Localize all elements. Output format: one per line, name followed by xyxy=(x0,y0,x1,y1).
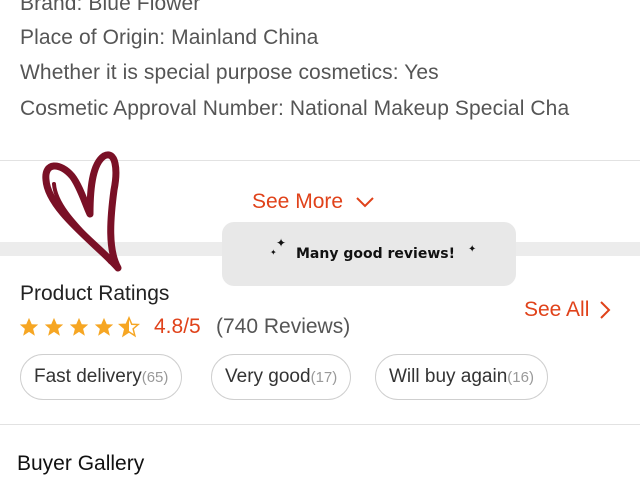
star-filled-icon xyxy=(69,317,89,336)
review-count: (740 Reviews) xyxy=(216,315,351,338)
spec-brand: Brand: Blue Flower xyxy=(20,0,200,16)
spec-label: Brand xyxy=(20,0,77,15)
review-tag-very-good[interactable]: Very good (17) xyxy=(211,354,352,400)
chevron-right-icon xyxy=(600,301,611,319)
star-half-icon xyxy=(118,316,140,338)
heart-doodle-icon xyxy=(42,151,122,272)
section-divider xyxy=(0,424,640,425)
buyer-gallery-title: Buyer Gallery xyxy=(17,452,145,475)
see-more-label: See More xyxy=(252,190,344,213)
spec-origin: Place of Origin: Mainland China xyxy=(20,26,319,49)
product-specs: Brand: Blue Flower Place of Origin: Main… xyxy=(20,0,640,160)
tag-count: (17) xyxy=(310,368,338,386)
spec-label: Cosmetic Approval Number xyxy=(20,97,278,120)
rating-stars xyxy=(18,316,140,338)
star-filled-icon xyxy=(44,317,64,336)
spec-value: Yes xyxy=(404,61,439,84)
star-filled-icon xyxy=(94,317,114,336)
star-filled-icon xyxy=(19,317,39,336)
see-all-button[interactable]: See All xyxy=(524,298,611,322)
review-tag-fast-delivery[interactable]: Fast delivery (65) xyxy=(20,354,183,400)
chevron-down-icon xyxy=(356,197,374,208)
tag-count: (65) xyxy=(141,368,169,386)
spec-value: National Makeup Special Cha xyxy=(289,97,570,120)
tag-label: Very good xyxy=(225,366,311,387)
spec-value: Blue Flower xyxy=(88,0,201,15)
see-more-button[interactable]: See More xyxy=(252,188,375,216)
spec-approval-number: Cosmetic Approval Number: National Makeu… xyxy=(20,97,570,120)
see-all-label: See All xyxy=(524,298,590,321)
tag-label: Will buy again xyxy=(389,366,508,387)
sparkle-icon: ✦ xyxy=(468,244,477,255)
spec-label: Whether it is special purpose cosmetics xyxy=(20,61,393,84)
spec-value: Mainland China xyxy=(171,26,319,49)
tag-count: (16) xyxy=(507,368,534,386)
annotation-text: Many good reviews! xyxy=(296,246,455,262)
spec-special-purpose: Whether it is special purpose cosmetics:… xyxy=(20,61,439,84)
tag-label: Fast delivery xyxy=(34,366,142,387)
sparkle-icon: ✦ xyxy=(276,236,287,250)
review-tag-will-buy-again[interactable]: Will buy again (16) xyxy=(375,354,548,400)
sparkle-icon: ✦ xyxy=(270,248,277,257)
rating-score: 4.8/5 xyxy=(154,315,201,338)
product-ratings-title: Product Ratings xyxy=(20,282,170,305)
spec-label: Place of Origin xyxy=(20,26,160,49)
